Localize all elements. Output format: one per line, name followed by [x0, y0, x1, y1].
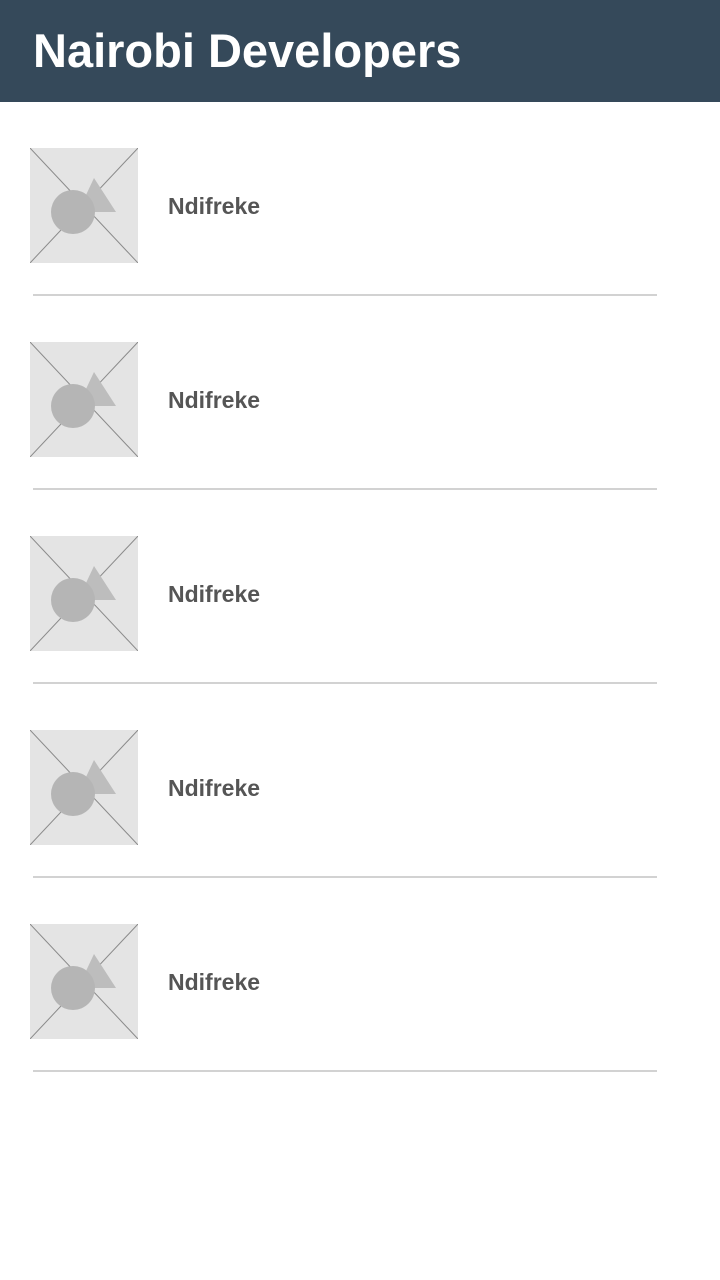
avatar	[30, 536, 138, 651]
image-placeholder-icon	[30, 342, 138, 457]
avatar	[30, 148, 138, 263]
avatar	[30, 924, 138, 1039]
developer-list-item[interactable]: Ndifreke	[0, 296, 720, 490]
developer-name: Ndifreke	[168, 969, 261, 995]
app-bar: Nairobi Developers	[0, 0, 720, 102]
developer-list-item[interactable]: Ndifreke	[0, 490, 720, 684]
image-placeholder-icon	[30, 536, 138, 651]
avatar	[30, 342, 138, 457]
developer-list-item[interactable]: Ndifreke	[0, 684, 720, 878]
image-placeholder-icon	[30, 924, 138, 1039]
developer-name: Ndifreke	[168, 775, 261, 801]
developer-name: Ndifreke	[168, 193, 261, 219]
developer-name: Ndifreke	[168, 387, 261, 413]
developer-name: Ndifreke	[168, 581, 261, 607]
app-title: Nairobi Developers	[33, 24, 462, 77]
developer-list-item[interactable]: Ndifreke	[0, 878, 720, 1072]
avatar	[30, 730, 138, 845]
image-placeholder-icon	[30, 148, 138, 263]
developer-list: Ndifreke Ndifreke Ndifreke Ndifreke Ndif…	[0, 102, 720, 1072]
developer-list-item[interactable]: Ndifreke	[0, 102, 720, 296]
divider	[33, 1070, 657, 1072]
image-placeholder-icon	[30, 730, 138, 845]
